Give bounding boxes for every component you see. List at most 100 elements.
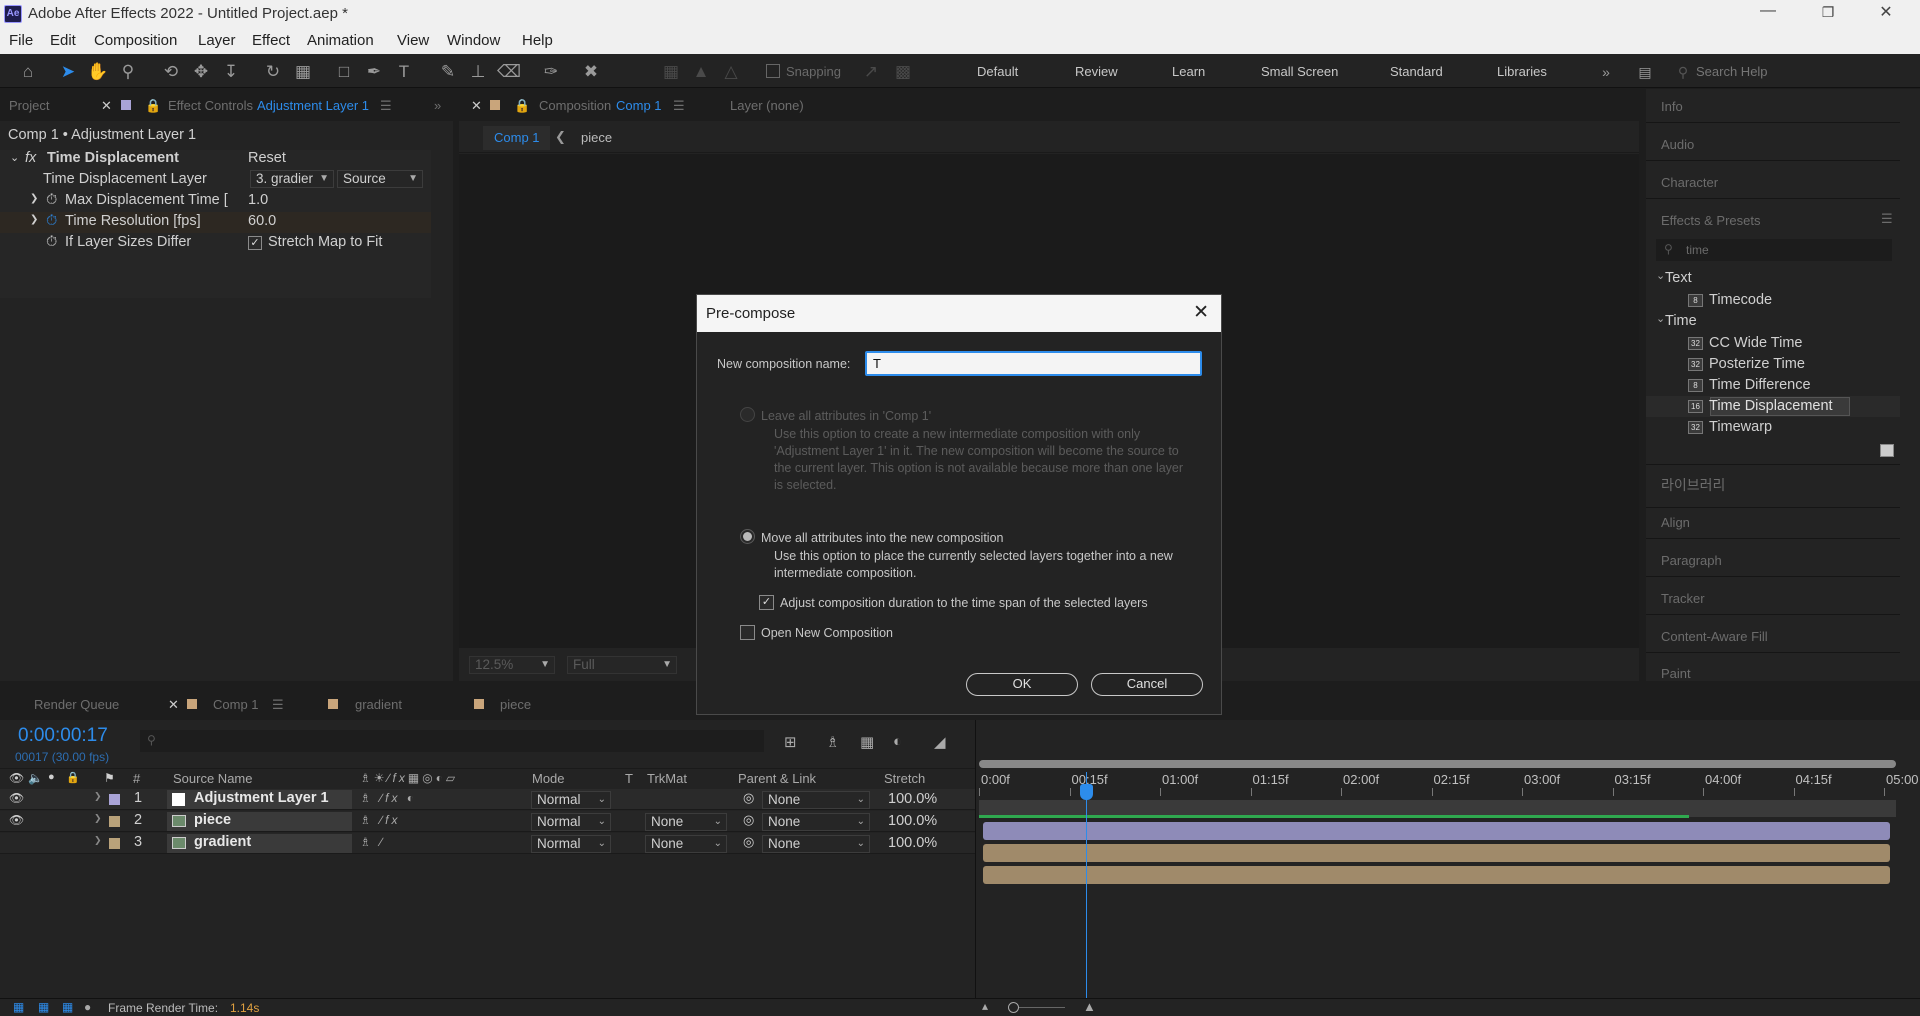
layer-switches[interactable]: ♗ ∕ xyxy=(360,835,385,849)
chevron-down-icon[interactable]: ⌄ xyxy=(1656,312,1665,325)
menu-help[interactable]: Help xyxy=(522,32,553,49)
in-out-toggle-icon[interactable]: ▦ xyxy=(62,1000,73,1014)
label-color-swatch[interactable] xyxy=(109,816,120,827)
anchor-tool-icon[interactable]: ▦ xyxy=(292,61,314,83)
label-color-swatch[interactable] xyxy=(109,838,120,849)
effect-item-timewarp[interactable]: 32 Timewarp xyxy=(1688,419,1772,435)
move-attributes-radio[interactable] xyxy=(740,529,755,544)
character-panel-header[interactable]: Character xyxy=(1661,175,1718,190)
puppet-pin-icon[interactable]: ✖ xyxy=(580,61,602,83)
effect-item-posterize-time[interactable]: 32 Posterize Time xyxy=(1688,356,1805,372)
restore-icon[interactable]: ❐ xyxy=(1808,4,1848,21)
tab-piece[interactable]: piece xyxy=(500,697,531,712)
type-tool-icon[interactable]: T xyxy=(393,61,415,83)
trkmat-dropdown[interactable]: None ⌄ xyxy=(645,813,727,831)
layer-bar[interactable] xyxy=(983,866,1890,884)
brush-tool-icon[interactable]: ✎ xyxy=(437,61,459,83)
column-source-name[interactable]: Source Name xyxy=(173,771,252,786)
time-navigator[interactable] xyxy=(979,760,1896,768)
mode-dropdown[interactable]: Normal ⌄ xyxy=(531,835,611,853)
home-icon[interactable]: ⌂ xyxy=(17,61,39,83)
effect-item-time-displacement[interactable]: 16 Time Displacement xyxy=(1688,398,1833,414)
pickwhip-icon[interactable]: ◎ xyxy=(743,812,754,828)
audio-icon[interactable]: 🔈 xyxy=(28,771,43,785)
cancel-button[interactable]: Cancel xyxy=(1091,673,1203,696)
workspace-review[interactable]: Review xyxy=(1075,64,1118,79)
solo-icon[interactable]: ● xyxy=(48,771,55,783)
resolution-dropdown[interactable]: Full ▼ xyxy=(567,656,677,674)
layer-bar[interactable] xyxy=(983,844,1890,862)
menu-window[interactable]: Window xyxy=(447,32,500,49)
eye-icon[interactable]: 👁 xyxy=(9,791,24,805)
eye-icon[interactable]: 👁 xyxy=(9,771,24,785)
layer-name[interactable]: piece xyxy=(194,812,231,828)
workspace-small-screen[interactable]: Small Screen xyxy=(1261,64,1338,79)
tab-layer[interactable]: Layer (none) xyxy=(730,98,804,113)
chevron-right-icon[interactable]: ❯ xyxy=(94,813,102,824)
close-icon[interactable]: ✕ xyxy=(101,98,112,114)
adjust-duration-checkbox[interactable]: ✓ xyxy=(759,595,774,610)
parent-dropdown[interactable]: None ⌄ xyxy=(762,791,870,809)
effect-item-cc-wide-time[interactable]: 32 CC Wide Time xyxy=(1688,335,1802,351)
tab-composition[interactable]: Composition xyxy=(539,98,611,113)
expand-panel-icon[interactable]: » xyxy=(434,98,441,113)
info-panel-header[interactable]: Info xyxy=(1661,99,1683,114)
composition-name-input[interactable]: T xyxy=(865,351,1202,376)
libraries-panel-header[interactable]: 라이브러리 xyxy=(1661,475,1725,495)
new-preset-icon[interactable] xyxy=(1880,444,1894,457)
layer-switches-toggle-icon[interactable]: ▦ xyxy=(13,1000,24,1014)
layer-dropdown[interactable]: 3. gradier ▼ xyxy=(250,170,334,188)
current-timecode[interactable]: 0:00:00:17 xyxy=(18,725,108,747)
dolly-tool-icon[interactable]: ↧ xyxy=(220,61,242,83)
stretch-value[interactable]: 100.0% xyxy=(888,835,937,851)
tab-effect-controls[interactable]: Effect Controls xyxy=(168,98,253,113)
stretch-value[interactable]: 100.0% xyxy=(888,791,937,807)
max-displacement-value[interactable]: 1.0 xyxy=(248,192,268,208)
layer-row[interactable]: 👁 ❯ 1 Adjustment Layer 1 ♗ ∕fx ◐ Normal ⌄… xyxy=(0,789,975,810)
effects-search-field[interactable]: ⚲ time xyxy=(1656,239,1892,261)
lock-icon[interactable]: 🔒 xyxy=(514,98,530,114)
pickwhip-icon[interactable]: ◎ xyxy=(743,790,754,806)
frame-blending-icon[interactable]: ▦ xyxy=(860,733,874,751)
stretch-map-checkbox[interactable]: ✓ xyxy=(248,236,262,250)
ok-button[interactable]: OK xyxy=(966,673,1078,696)
menu-layer[interactable]: Layer xyxy=(198,32,236,49)
pan-tool-icon[interactable]: ✥ xyxy=(190,61,212,83)
lock-icon[interactable]: 🔒 xyxy=(66,771,80,784)
rectangle-tool-icon[interactable]: □ xyxy=(333,61,355,83)
align-panel-header[interactable]: Align xyxy=(1661,515,1690,530)
layer-switches[interactable]: ♗ ∕fx xyxy=(360,813,400,827)
tab-render-queue[interactable]: Render Queue xyxy=(34,697,119,712)
workspace-libraries[interactable]: Libraries xyxy=(1497,64,1547,79)
reset-link[interactable]: Reset xyxy=(248,150,286,166)
render-time-icon[interactable]: ● xyxy=(84,1000,91,1014)
fx-icon[interactable]: fx xyxy=(25,150,36,166)
shy-layers-icon[interactable]: ♗ xyxy=(826,733,839,751)
time-resolution-value[interactable]: 60.0 xyxy=(248,213,276,229)
tab-project[interactable]: Project xyxy=(9,98,49,113)
share-icon[interactable]: ▤ xyxy=(1634,61,1656,83)
tab-comp-1[interactable]: Comp 1 xyxy=(213,697,259,712)
open-new-comp-checkbox[interactable] xyxy=(740,625,755,640)
audio-panel-header[interactable]: Audio xyxy=(1661,137,1694,152)
group-text[interactable]: Text xyxy=(1665,270,1692,286)
orbit-tool-icon[interactable]: ⟲ xyxy=(160,61,182,83)
tab-effect-controls-layer[interactable]: Adjustment Layer 1 xyxy=(257,98,369,113)
comp-flowchart-icon[interactable]: ⊞ xyxy=(784,733,797,751)
zoom-out-icon[interactable]: ▴ xyxy=(982,999,988,1013)
layer-switches[interactable]: ♗ ∕fx ◐ xyxy=(360,791,417,805)
lock-icon[interactable]: 🔒 xyxy=(145,98,161,114)
menu-effect[interactable]: Effect xyxy=(252,32,290,49)
chevron-right-icon[interactable]: ❯ xyxy=(30,214,38,225)
workspace-standard[interactable]: Standard xyxy=(1390,64,1443,79)
stopwatch-icon[interactable]: ⏱ xyxy=(46,234,57,250)
layer-name[interactable]: Adjustment Layer 1 xyxy=(194,790,329,806)
tab-gradient[interactable]: gradient xyxy=(355,697,402,712)
view-axis-icon[interactable]: △ xyxy=(720,61,742,83)
time-ruler[interactable]: 0:00f 00:15f 01:00f 01:15f 02:00f 02:15f 03:00… xyxy=(976,772,1920,798)
clone-stamp-icon[interactable]: ⊥ xyxy=(467,61,489,83)
stopwatch-icon[interactable]: ⏱ xyxy=(46,192,57,208)
zoom-slider-handle[interactable] xyxy=(1008,1002,1019,1013)
panel-menu-icon[interactable]: ☰ xyxy=(1881,211,1893,227)
close-icon[interactable]: ✕ xyxy=(168,697,179,713)
